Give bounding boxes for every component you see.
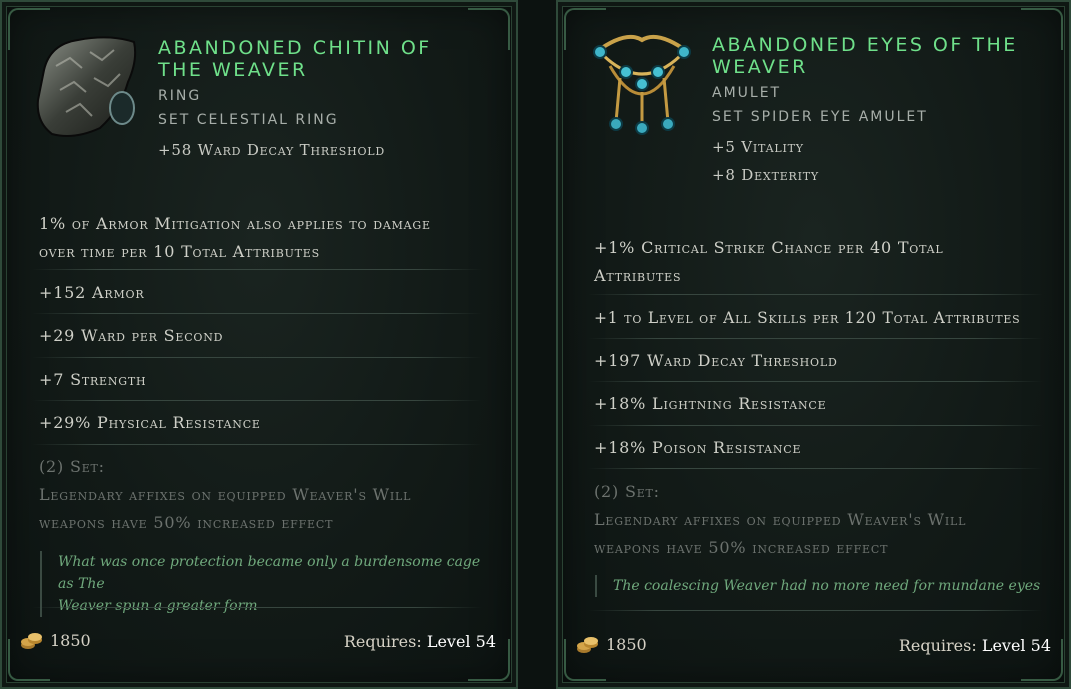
- gold-coin-icon: [21, 633, 42, 649]
- set-header: (2) Set:: [39, 457, 105, 476]
- item-type: RING: [158, 88, 202, 104]
- set-bonus: weapons have 50% increased effect: [594, 538, 889, 557]
- frame-corner: [1021, 8, 1063, 50]
- level-requirement: Requires: Level 54: [899, 636, 1051, 655]
- requires-label: Requires:: [898, 636, 977, 655]
- affix-line: +29 Ward per Second: [39, 326, 224, 345]
- gold-amount: 1850: [606, 634, 647, 654]
- implicit-stat: +8 Dexterity: [712, 166, 819, 184]
- affix-line: 1% of Armor Mitigation also applies to d…: [39, 214, 431, 233]
- ring-icon: [36, 36, 137, 137]
- divider: [32, 313, 482, 314]
- frame-corner: [468, 8, 510, 50]
- affix-line: +29% Physical Resistance: [39, 413, 261, 432]
- requires-level: Level 54: [981, 636, 1051, 655]
- divider: [32, 357, 482, 358]
- item-name-line: ABANDONED EYES OF THE: [712, 34, 1018, 56]
- item-tooltip-right: ABANDONED EYES OF THE WEAVER AMULET SET …: [556, 0, 1071, 689]
- item-name-line: THE WEAVER: [158, 59, 308, 81]
- affix-line: +197 Ward Decay Threshold: [594, 351, 838, 370]
- lore-line: Weaver spun a greater form: [58, 598, 258, 614]
- item-name-line: WEAVER: [712, 56, 808, 78]
- requires-level: Level 54: [426, 632, 496, 651]
- gold-value: 1850: [20, 630, 91, 650]
- lore-text: The coalescing Weaver had no more need f…: [595, 575, 1053, 597]
- level-requirement: Requires: Level 54: [344, 632, 496, 651]
- affix-line: +18% Lightning Resistance: [594, 394, 827, 413]
- requires-label: Requires:: [343, 632, 422, 651]
- item-name: ABANDONED EYES OF THE WEAVER: [712, 34, 1018, 78]
- divider: [588, 381, 1043, 382]
- divider: [32, 269, 482, 270]
- implicit-stat: +58 Ward Decay Threshold: [158, 141, 386, 159]
- divider: [588, 610, 1043, 611]
- item-base: SET CELESTIAL RING: [158, 112, 339, 128]
- divider: [32, 400, 482, 401]
- item-name: ABANDONED CHITIN OF THE WEAVER: [158, 37, 432, 81]
- divider: [588, 338, 1043, 339]
- affix-line: Attributes: [594, 266, 682, 285]
- divider: [588, 425, 1043, 426]
- item-name-line: ABANDONED CHITIN OF: [158, 37, 432, 59]
- lore-line: What was once protection became only a b…: [58, 554, 481, 592]
- lore-line: The coalescing Weaver had no more need f…: [613, 578, 1041, 594]
- item-type: AMULET: [712, 85, 782, 101]
- set-bonus: weapons have 50% increased effect: [39, 513, 334, 532]
- affix-line: over time per 10 Total Attributes: [39, 242, 320, 261]
- set-header: (2) Set:: [594, 482, 660, 501]
- gold-coin-icon: [577, 637, 598, 653]
- set-bonus: Legendary affixes on equipped Weaver's W…: [39, 485, 412, 504]
- divider: [32, 607, 482, 608]
- affix-line: +18% Poison Resistance: [594, 438, 802, 457]
- divider: [588, 294, 1043, 295]
- gold-value: 1850: [576, 634, 647, 654]
- amulet-icon: [593, 35, 691, 135]
- affix-line: +1% Critical Strike Chance per 40 Total: [594, 238, 944, 257]
- item-tooltip-left: ABANDONED CHITIN OF THE WEAVER RING SET …: [0, 0, 518, 689]
- affix-line: +7 Strength: [39, 370, 147, 389]
- affix-line: +1 to Level of All Skills per 120 Total …: [594, 309, 1021, 327]
- implicit-stat: +5 Vitality: [712, 138, 804, 156]
- item-base: SET SPIDER EYE AMULET: [712, 109, 928, 125]
- divider: [32, 444, 482, 445]
- gold-amount: 1850: [50, 630, 91, 650]
- set-bonus: Legendary affixes on equipped Weaver's W…: [594, 510, 967, 529]
- affix-line: +152 Armor: [39, 283, 145, 302]
- divider: [588, 468, 1043, 469]
